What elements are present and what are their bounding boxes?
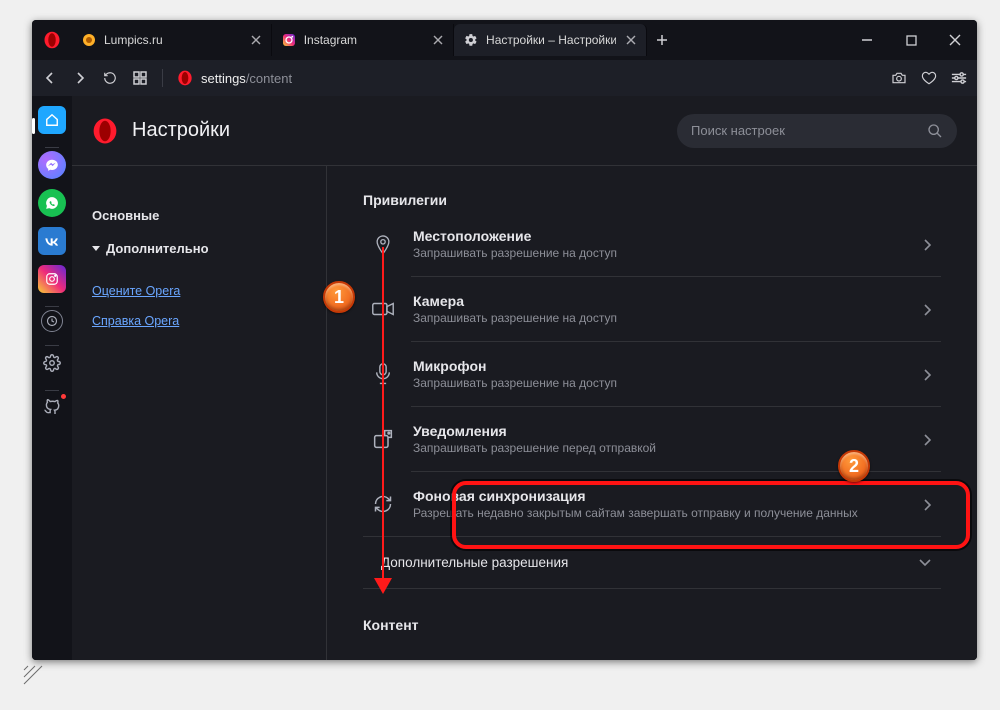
- section-privileges: Привилегии: [363, 192, 941, 208]
- row-sub: Запрашивать разрешение на доступ: [413, 376, 905, 390]
- sidenav-advanced[interactable]: Дополнительно: [92, 241, 306, 256]
- tab-settings[interactable]: Настройки – Настройки с: [454, 24, 647, 56]
- window-corner-decor: [20, 662, 90, 692]
- address-bar[interactable]: settings/content: [177, 70, 877, 86]
- url-segment-main: settings: [201, 71, 246, 86]
- settings-search[interactable]: [677, 114, 957, 148]
- opera-favicon: [177, 70, 193, 86]
- minimize-button[interactable]: [845, 20, 889, 60]
- sync-icon: [371, 492, 395, 516]
- sidenav-advanced-label: Дополнительно: [106, 241, 209, 256]
- close-icon[interactable]: [249, 33, 263, 47]
- instagram-favicon: [282, 33, 296, 47]
- sidebar-settings[interactable]: [38, 349, 66, 377]
- close-icon[interactable]: [431, 33, 445, 47]
- row-more-permissions[interactable]: Дополнительные разрешения: [363, 537, 941, 588]
- chevron-down-icon: [919, 559, 931, 567]
- snapshot-button[interactable]: [891, 70, 907, 86]
- tab-instagram[interactable]: Instagram: [272, 24, 454, 56]
- row-title: Фоновая синхронизация: [413, 488, 905, 504]
- camera-icon: [371, 297, 395, 321]
- sidebar-history[interactable]: [41, 310, 63, 332]
- search-input[interactable]: [691, 123, 927, 138]
- tab-label: Instagram: [304, 33, 357, 47]
- link-rate-opera[interactable]: Оцените Opera: [92, 284, 306, 298]
- chevron-right-icon: [923, 434, 933, 444]
- speed-dial-button[interactable]: [132, 70, 148, 86]
- accordion-label: Дополнительные разрешения: [381, 555, 568, 570]
- opera-menu-button[interactable]: [32, 20, 72, 60]
- row-microphone[interactable]: Микрофон Запрашивать разрешение на доступ: [363, 342, 941, 406]
- close-icon[interactable]: [624, 33, 638, 47]
- microphone-icon: [371, 362, 395, 386]
- opera-logo: [92, 118, 118, 144]
- row-sub: Запрашивать разрешение перед отправкой: [413, 441, 905, 455]
- row-title: Микрофон: [413, 358, 905, 374]
- row-title: Местоположение: [413, 228, 905, 244]
- search-icon: [927, 123, 943, 139]
- sidebar-personal-news[interactable]: [38, 394, 66, 422]
- row-title: Уведомления: [413, 423, 905, 439]
- row-sub: Запрашивать разрешение на доступ: [413, 246, 905, 260]
- tab-label: Lumpics.ru: [104, 33, 163, 47]
- page-title: Настройки: [132, 119, 230, 142]
- sidebar-instagram[interactable]: [38, 265, 66, 293]
- sidebar-messenger[interactable]: [38, 151, 66, 179]
- back-button[interactable]: [42, 70, 58, 86]
- row-camera[interactable]: Камера Запрашивать разрешение на доступ: [363, 277, 941, 341]
- annotation-badge-2: 2: [838, 450, 870, 482]
- chevron-right-icon: [923, 369, 933, 379]
- reload-button[interactable]: [102, 70, 118, 86]
- chevron-right-icon: [923, 304, 933, 314]
- close-button[interactable]: [933, 20, 977, 60]
- tab-lumpics[interactable]: Lumpics.ru: [72, 24, 272, 56]
- gear-icon: [464, 33, 478, 47]
- row-title: Камера: [413, 293, 905, 309]
- annotation-badge-1: 1: [323, 281, 355, 313]
- forward-button[interactable]: [72, 70, 88, 86]
- lumpics-favicon: [82, 33, 96, 47]
- maximize-button[interactable]: [889, 20, 933, 60]
- new-tab-button[interactable]: [647, 25, 677, 55]
- sidenav-basic[interactable]: Основные: [92, 208, 306, 223]
- tab-label: Настройки – Настройки с: [486, 33, 616, 47]
- row-sub: Запрашивать разрешение на доступ: [413, 311, 905, 325]
- chevron-right-icon: [923, 239, 933, 249]
- location-icon: [371, 232, 395, 256]
- sidebar-speeddial[interactable]: [38, 106, 66, 134]
- row-sub: Разрешать недавно закрытым сайтам заверш…: [413, 506, 905, 520]
- sidebar-vk[interactable]: [38, 227, 66, 255]
- row-location[interactable]: Местоположение Запрашивать разрешение на …: [363, 212, 941, 276]
- url-segment-path: /content: [246, 71, 292, 86]
- chevron-right-icon: [923, 499, 933, 509]
- sidebar-whatsapp[interactable]: [38, 189, 66, 217]
- easy-setup-button[interactable]: [951, 70, 967, 86]
- chevron-down-icon: [92, 246, 100, 251]
- section-content: Контент: [363, 617, 941, 633]
- link-help-opera[interactable]: Справка Opera: [92, 314, 306, 328]
- heart-button[interactable]: [921, 70, 937, 86]
- notifications-icon: [371, 427, 395, 451]
